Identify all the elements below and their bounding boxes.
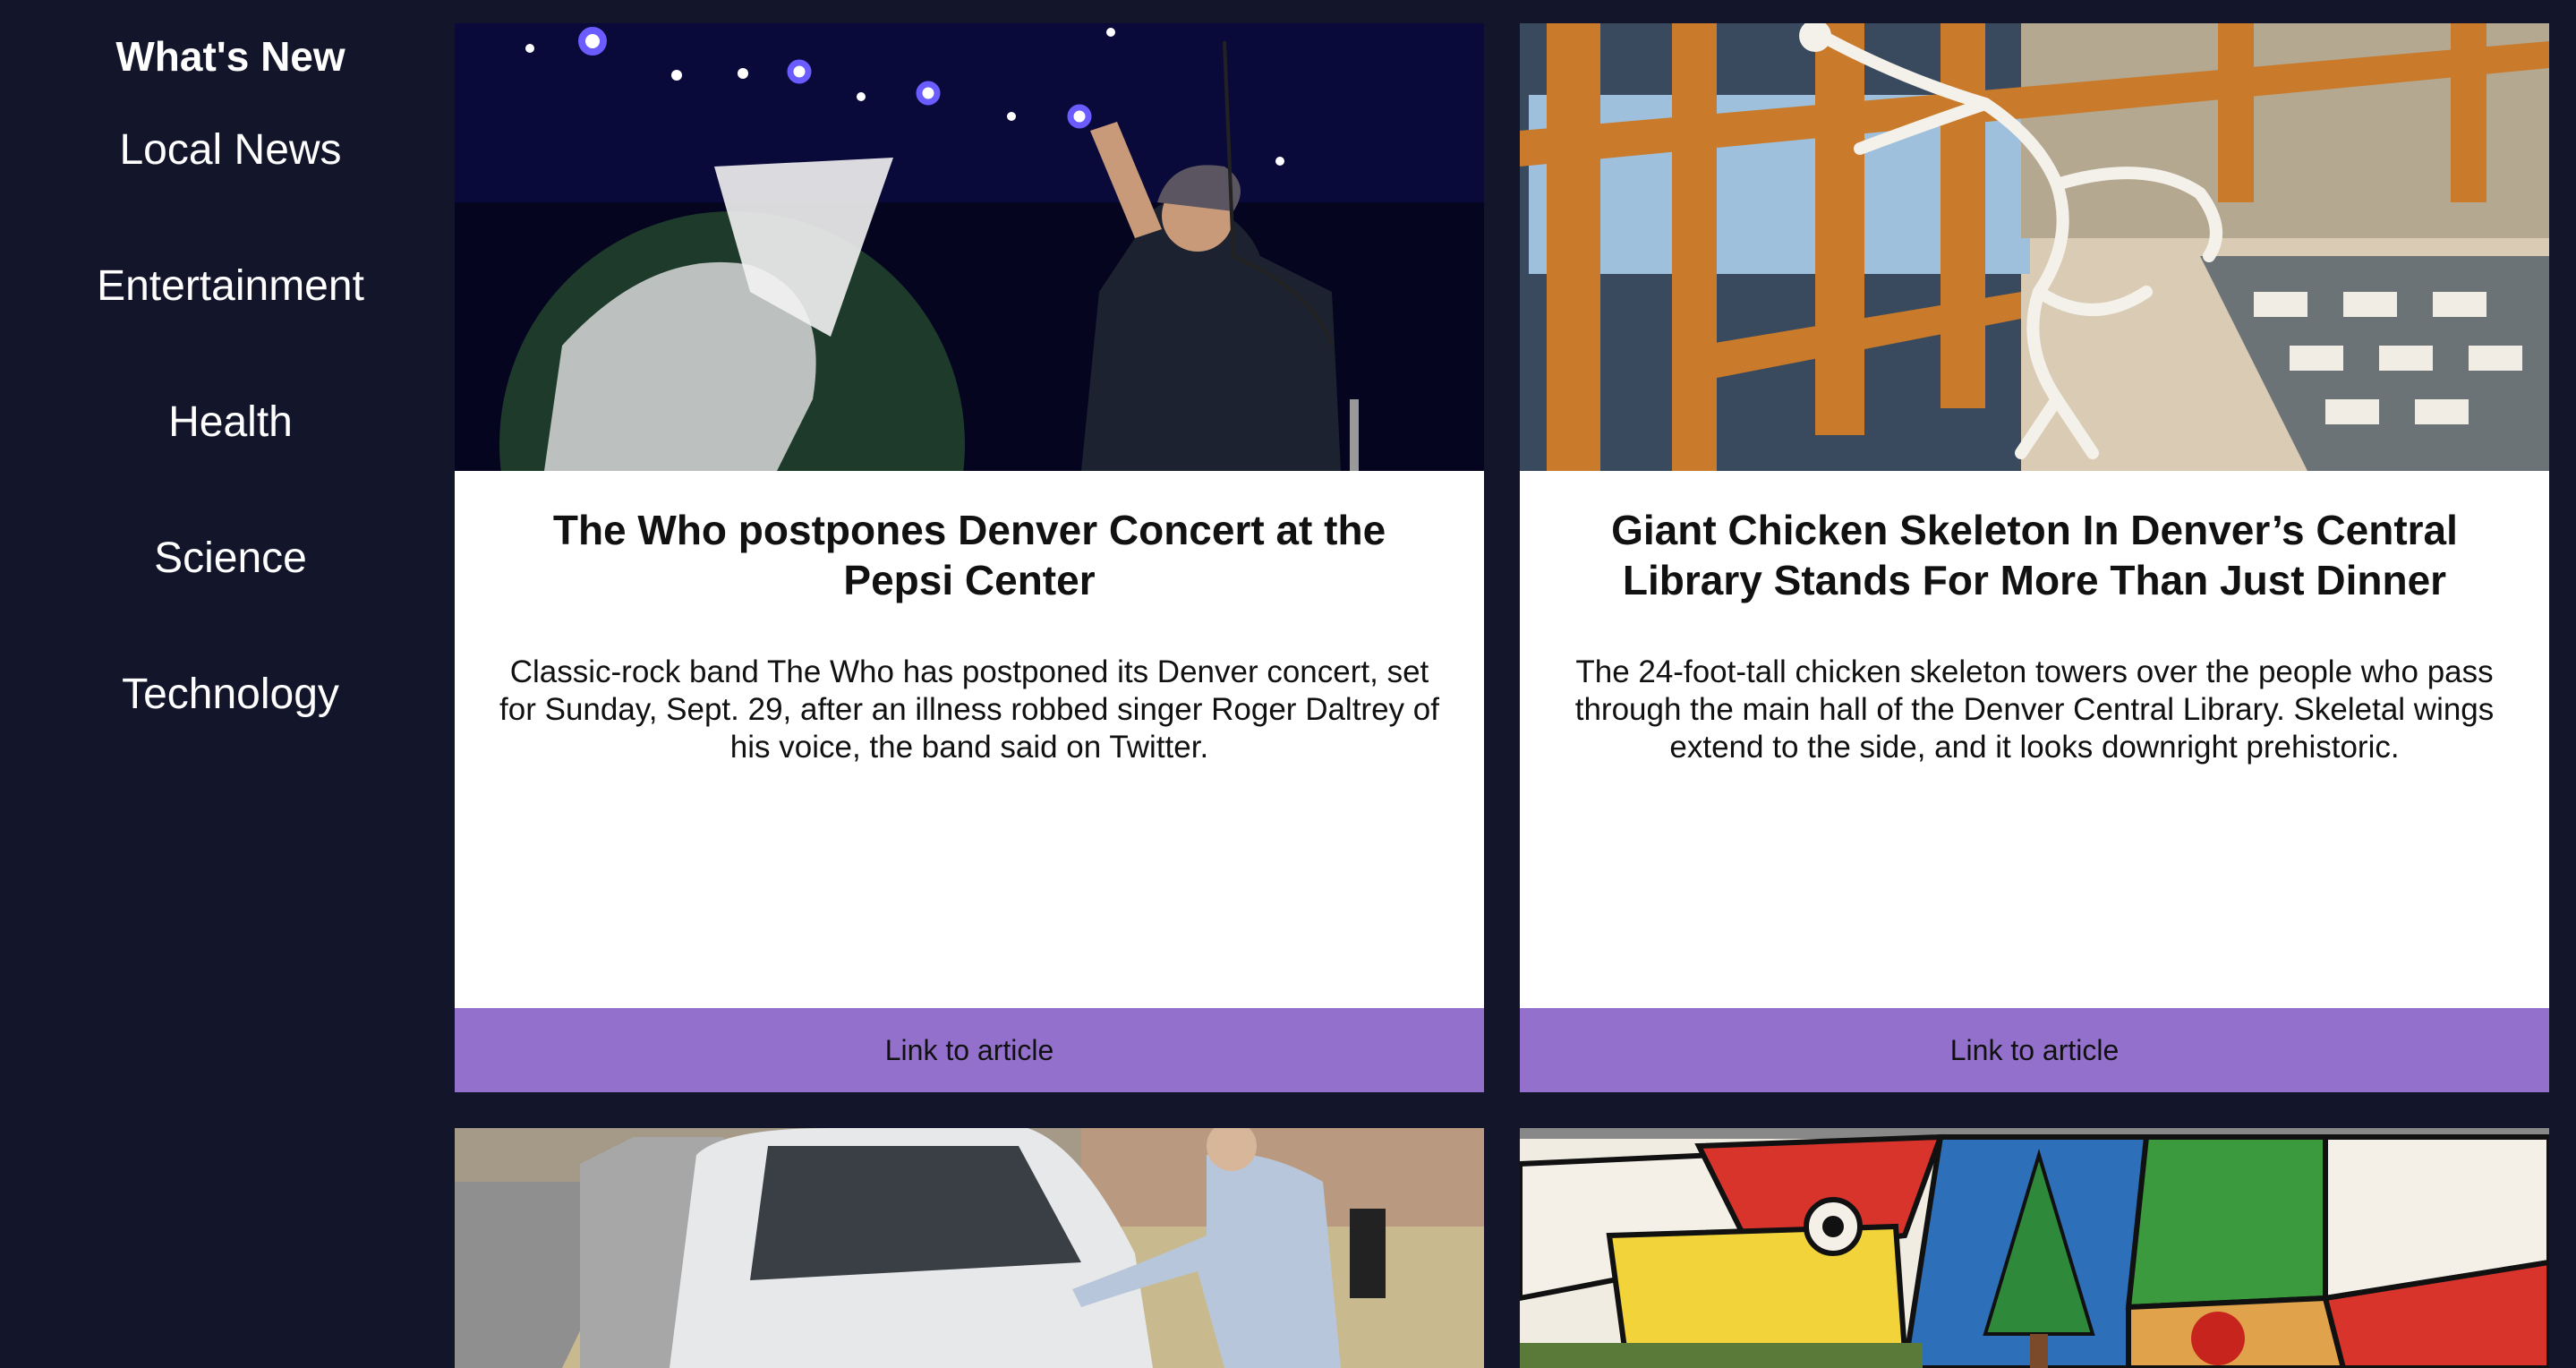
- article-card: Giant Chicken Skeleton In Denver’s Centr…: [1520, 23, 2549, 1092]
- sidebar-item-entertainment[interactable]: Entertainment: [0, 260, 461, 313]
- article-card: The Who postpones Denver Concert at the …: [455, 23, 1484, 1092]
- article-image-parked-car: [455, 1128, 1484, 1368]
- article-card: [1520, 1128, 2549, 1368]
- sidebar-item-health[interactable]: Health: [0, 396, 461, 449]
- article-image-mural: [1520, 1128, 2549, 1368]
- article-card: [455, 1128, 1484, 1368]
- sidebar-item-science[interactable]: Science: [0, 532, 461, 586]
- article-title: The Who postpones Denver Concert at the …: [552, 507, 1386, 603]
- article-link-button[interactable]: Link to article: [1520, 1008, 2549, 1092]
- article-summary: The 24-foot-tall chicken skeleton towers…: [1574, 654, 2495, 765]
- article-title: Giant Chicken Skeleton In Denver’s Centr…: [1611, 507, 2458, 603]
- article-image-library-skeleton: [1520, 23, 2549, 471]
- sidebar-item-local-news[interactable]: Local News: [0, 124, 461, 177]
- article-image-concert: [455, 23, 1484, 471]
- article-link-button[interactable]: Link to article: [455, 1008, 1484, 1092]
- sidebar-item-technology[interactable]: Technology: [0, 668, 461, 722]
- sidebar-nav: What's New Local News Entertainment Heal…: [0, 0, 455, 1368]
- sidebar-heading-whats-new[interactable]: What's New: [0, 30, 461, 83]
- article-summary: Classic-rock band The Who has postponed …: [499, 654, 1439, 765]
